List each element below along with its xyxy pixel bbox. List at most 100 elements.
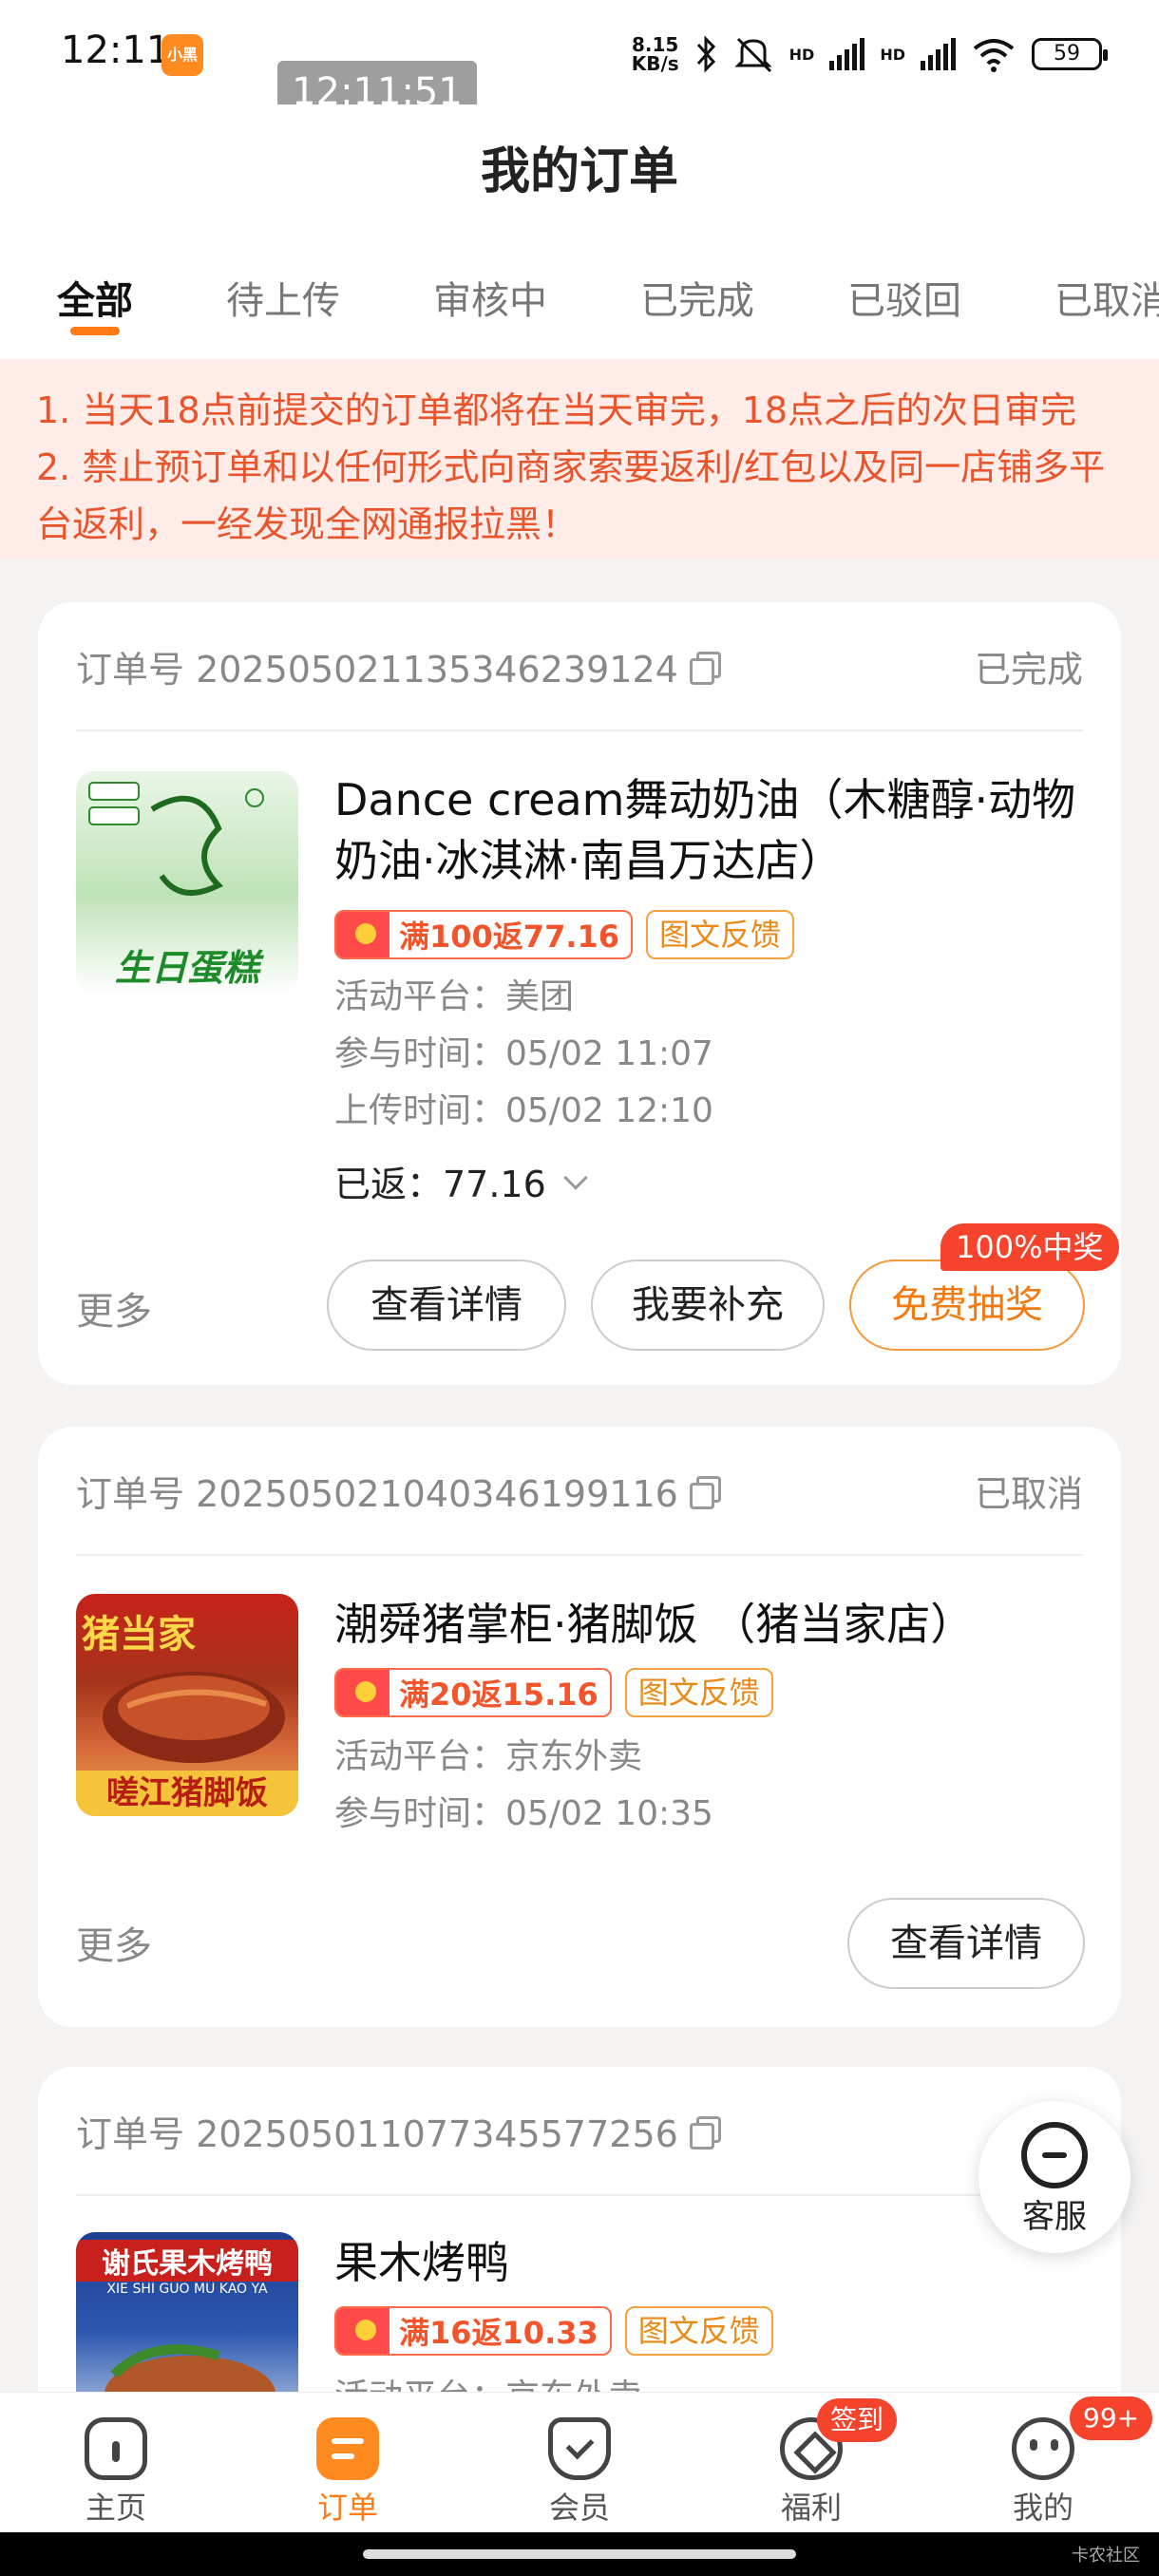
- nav-member[interactable]: 会员: [464, 2393, 695, 2532]
- rebate-tag-label: 满20返15.16: [399, 1676, 598, 1713]
- rebate-tag: 满100返77.16: [334, 910, 634, 959]
- nav-mine-label: 我的: [1012, 2490, 1074, 2526]
- nav-welfare-label: 福利: [780, 2490, 842, 2526]
- rebate-tag: 满20返15.16: [334, 1668, 612, 1717]
- feedback-tag: 图文反馈: [646, 910, 795, 959]
- rebate-tag-label: 满100返77.16: [399, 919, 620, 955]
- tab-completed[interactable]: 已完成: [640, 209, 754, 325]
- order-card: 订单号 20250502113534623912​4 已完成 生日蛋糕 Danc…: [38, 602, 1121, 1385]
- order-number-text: 订单号 20250502113534623912​4: [76, 648, 678, 691]
- order-card-header: 订单号 20250502113534623912​4 已完成: [76, 602, 1083, 731]
- watermark: 卡农社区: [1072, 2546, 1140, 2566]
- thumb-caption: 生日蛋糕: [114, 947, 259, 989]
- message-count-badge: 99+: [1070, 2396, 1153, 2440]
- app-notification-icon: 小黑: [162, 34, 203, 76]
- order-tags: 满20返15.16 图文反馈: [334, 1668, 773, 1717]
- nav-mine[interactable]: 我的 99+: [927, 2393, 1159, 2532]
- page-header: 我的订单: [0, 104, 1159, 209]
- rebated-amount[interactable]: 已返：77.16: [334, 1155, 588, 1207]
- more-link[interactable]: 更多: [76, 1280, 152, 1335]
- tab-cancelled[interactable]: 已取消: [1054, 209, 1159, 325]
- checkin-badge: 签到: [817, 2398, 898, 2442]
- order-tabs: 全部 待上传 审核中 已完成 已驳回 已取消: [0, 209, 1159, 359]
- order-status: 已完成: [974, 648, 1083, 691]
- order-card: 订单号 20250502104034619911​6 已取消 猪当家 嗟江猪脚饭…: [38, 1427, 1121, 2027]
- join-time-text: 参与时间：05/02 10:35: [334, 1794, 713, 1833]
- order-number-text: 订单号 20250502104034619911​6: [76, 1472, 678, 1515]
- shop-thumbnail[interactable]: 生日蛋糕: [76, 771, 298, 994]
- order-tags: 满16返10.33 图文反馈: [334, 2306, 773, 2356]
- view-details-button[interactable]: 查看详情: [847, 1898, 1085, 1989]
- orders-icon: [316, 2417, 379, 2480]
- red-envelope-icon: [336, 1670, 390, 1715]
- system-nav-bar: 卡农社区: [0, 2532, 1159, 2576]
- order-card-header: 订单号 20250501107734557725​6 已: [76, 2067, 1083, 2196]
- order-number: 订单号 20250502104034619911​6: [76, 1465, 721, 1517]
- customer-service-label: 客服: [1022, 2198, 1087, 2236]
- order-card-header: 订单号 20250502104034619911​6 已取消: [76, 1427, 1083, 1556]
- page-title: 我的订单: [480, 143, 678, 200]
- mute-icon: [734, 37, 772, 73]
- nav-orders-label: 订单: [316, 2490, 378, 2526]
- nav-home-label: 主页: [85, 2490, 146, 2526]
- thumb-caption-bottom: 嗟江猪脚饭: [76, 1771, 298, 1816]
- platform-text: 活动平台：美团: [334, 977, 575, 1016]
- copy-icon[interactable]: [689, 2116, 721, 2150]
- notice-line-2: 2. 禁止预订单和以任何形式向商家索要返利/红包以及同一店铺多平台返利，一经发现…: [36, 446, 1106, 545]
- wifi-icon: [973, 39, 1015, 72]
- view-details-button[interactable]: 查看详情: [327, 1260, 566, 1351]
- order-status: 已取消: [974, 1472, 1083, 1515]
- supplement-button[interactable]: 我要补充: [591, 1260, 825, 1351]
- tab-reviewing[interactable]: 审核中: [433, 209, 547, 325]
- tab-rejected[interactable]: 已驳回: [847, 209, 961, 325]
- signal-icon-2: [921, 38, 956, 70]
- home-indicator[interactable]: [363, 2549, 796, 2559]
- bottom-navigation: 主页 订单 会员 福利 签到 我的 99+: [0, 2392, 1159, 2532]
- nav-home[interactable]: 主页: [0, 2393, 232, 2532]
- bluetooth-icon: [696, 35, 715, 73]
- red-envelope-icon: [336, 912, 390, 957]
- prize-badge: 100%中奖: [940, 1223, 1119, 1271]
- status-icons: 8.15 KB/s HD HD 59: [631, 30, 1108, 78]
- battery-icon: 59: [1032, 38, 1108, 70]
- shop-thumbnail[interactable]: 猪当家 嗟江猪脚饭: [76, 1594, 298, 1816]
- hd-label: HD: [788, 45, 815, 64]
- copy-icon[interactable]: [689, 1476, 721, 1509]
- customer-service-icon: [1021, 2122, 1088, 2188]
- signal-icon: [829, 38, 865, 70]
- status-clock: 12:11: [61, 28, 171, 72]
- status-bar: 12:11 小黑 12:11:51 8.15 KB/s HD HD 59: [0, 0, 1159, 123]
- free-lottery-button[interactable]: 免费抽奖: [849, 1260, 1085, 1351]
- rebate-tag: 满16返10.33: [334, 2306, 612, 2356]
- order-number-text: 订单号 20250501107734557725​6: [76, 2112, 678, 2155]
- order-tags: 满100返77.16 图文反馈: [334, 910, 795, 959]
- profile-icon: [1012, 2417, 1074, 2480]
- nav-welfare[interactable]: 福利 签到: [695, 2393, 927, 2532]
- shop-name[interactable]: 潮舜猪掌柜·猪脚饭 （猪当家店）: [334, 1594, 1083, 1655]
- notice-line-1: 1. 当天18点前提交的订单都将在当天审完，18点之后的次日审完: [36, 389, 1077, 431]
- network-speed: 8.15 KB/s: [631, 33, 679, 75]
- rebated-text: 已返：77.16: [334, 1164, 546, 1205]
- nav-member-label: 会员: [548, 2490, 610, 2526]
- cake-logo-icon: [88, 782, 264, 896]
- order-number: 订单号 20250501107734557725​6: [76, 2105, 721, 2157]
- shop-name[interactable]: Dance cream舞动奶油（木糖醇·动物奶油·冰淇淋·南昌万达店）: [334, 769, 1083, 891]
- upload-time-text: 上传时间：05/02 12:10: [334, 1091, 713, 1130]
- tab-all[interactable]: 全部: [57, 209, 133, 335]
- customer-service-button[interactable]: 客服: [978, 2101, 1130, 2253]
- copy-icon[interactable]: [689, 652, 721, 685]
- nav-orders[interactable]: 订单: [232, 2393, 464, 2532]
- more-link[interactable]: 更多: [76, 1915, 152, 1970]
- chevron-down-icon: [563, 1165, 588, 1190]
- tab-pending-upload[interactable]: 待上传: [226, 209, 340, 325]
- order-card: 订单号 20250501107734557725​6 已 谢氏果木烤鸭 XIE …: [38, 2067, 1121, 2428]
- shop-name[interactable]: 果木烤鸭: [334, 2232, 1083, 2293]
- feedback-tag: 图文反馈: [624, 1668, 773, 1717]
- hd-label-2: HD: [880, 45, 905, 64]
- feedback-tag: 图文反馈: [624, 2306, 773, 2356]
- order-meta: 活动平台：京东外卖 参与时间：05/02 10:35: [334, 1729, 713, 1843]
- order-meta: 活动平台：美团 参与时间：05/02 11:07 上传时间：05/02 12:1…: [334, 969, 713, 1140]
- platform-text: 活动平台：京东外卖: [334, 1737, 643, 1776]
- rebate-tag-label: 满16返10.33: [399, 2315, 598, 2351]
- join-time-text: 参与时间：05/02 11:07: [334, 1034, 713, 1073]
